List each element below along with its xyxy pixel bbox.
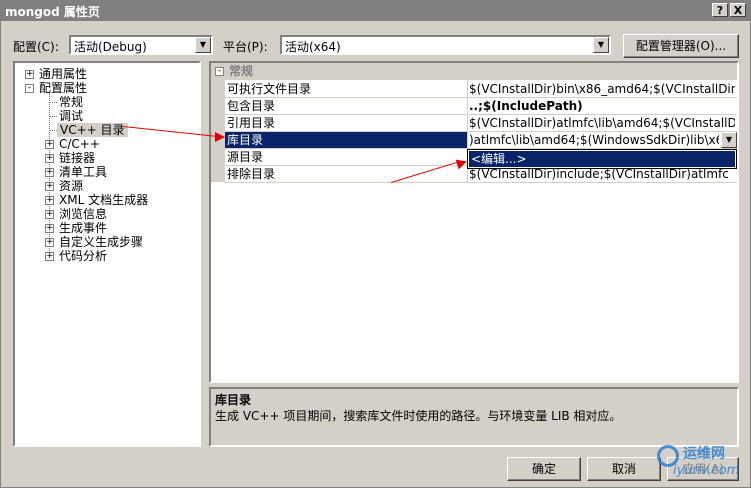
collapse-icon[interactable]: - <box>215 67 224 76</box>
row-name-library-dirs[interactable]: 库目录 <box>225 132 467 148</box>
description-panel: 库目录 生成 VC++ 项目期间，搜索库文件时使用的路径。与环境变量 LIB 相… <box>209 387 739 447</box>
tree-item-label: 清单工具 <box>59 165 108 179</box>
tree-item-xml-doc-generator[interactable]: XML 文档生成器 <box>59 193 148 207</box>
tree-item-custom-build-step[interactable]: 自定义生成步骤 <box>59 235 143 249</box>
category-label: 常规 <box>229 64 254 78</box>
grid-line <box>225 182 737 183</box>
tree-item-label: 浏览信息 <box>59 207 108 221</box>
expand-icon[interactable]: + <box>45 224 54 233</box>
collapse-icon[interactable]: - <box>25 84 34 93</box>
tree-item-label: 自定义生成步骤 <box>59 235 144 249</box>
tree-item-linker[interactable]: 链接器 <box>59 151 95 165</box>
grid-line <box>225 114 737 115</box>
expand-icon[interactable]: + <box>45 140 54 149</box>
expand-icon[interactable]: + <box>45 210 54 219</box>
row-value-reference-dirs[interactable]: $(VCInstallDir)atlmfc\lib\amd64;$(VCInst… <box>469 115 735 131</box>
grid-gutter <box>211 80 225 182</box>
platform-value: 活动(x64) <box>285 40 341 54</box>
row-name-exec-dirs[interactable]: 可执行文件目录 <box>227 81 467 97</box>
tree-item-code-analysis[interactable]: 代码分析 <box>59 249 107 263</box>
row-value-include-dirs[interactable]: ..;$(IncludePath) <box>469 98 735 114</box>
tree-item-config-properties[interactable]: 配置属性 <box>39 81 87 95</box>
tree-item-label: 常规 <box>59 95 84 109</box>
annotation-arrowhead <box>215 132 225 142</box>
tree-item-label: C/C++ <box>59 137 100 151</box>
tree-item-label: 调试 <box>59 109 84 123</box>
property-grid[interactable]: - 常规 可执行文件目录 $(VCInstallDir)bin\x86_amd6… <box>209 61 739 383</box>
platform-combo[interactable]: 活动(x64) ▼ <box>280 35 611 55</box>
tree-item-label: VC++ 目录 <box>60 123 125 137</box>
tree-item-build-events[interactable]: 生成事件 <box>59 221 107 235</box>
tree-item-label: 配置属性 <box>39 81 88 95</box>
watermark-text-url: iyunv.com <box>673 463 740 478</box>
tree-item-label: 代码分析 <box>59 249 108 263</box>
expand-icon[interactable]: + <box>45 196 54 205</box>
row-name-source-dirs[interactable]: 源目录 <box>227 149 467 165</box>
help-button[interactable]: ? <box>712 3 728 17</box>
description-text: 生成 VC++ 项目期间，搜索库文件时使用的路径。与环境变量 LIB 相对应。 <box>215 409 622 423</box>
tree-item-general[interactable]: 常规 <box>59 95 83 109</box>
tree-item-label: 链接器 <box>59 151 96 165</box>
tree-connector <box>49 102 57 103</box>
window-title: mongod 属性页 <box>5 4 100 19</box>
tree-item-manifest-tool[interactable]: 清单工具 <box>59 165 107 179</box>
category-header[interactable] <box>211 63 737 80</box>
tree-item-resources[interactable]: 资源 <box>59 179 83 193</box>
row-name-reference-dirs[interactable]: 引用目录 <box>227 115 467 131</box>
grid-line <box>225 131 737 132</box>
tree-item-label: XML 文档生成器 <box>59 193 149 207</box>
tree-item-label: 通用属性 <box>39 67 88 81</box>
config-manager-button[interactable]: 配置管理器(O)... <box>623 34 739 58</box>
tree-item-cpp[interactable]: C/C++ <box>59 137 100 151</box>
expand-icon[interactable]: + <box>45 238 54 247</box>
cancel-button[interactable]: 取消 <box>587 457 661 481</box>
property-tree[interactable]: 通用属性 + 配置属性 - 常规 调试 VC++ 目录 C/C++ + 链接器 … <box>13 61 201 447</box>
dropdown-item-edit[interactable]: <编辑...> <box>469 151 735 167</box>
dropdown-list[interactable]: <编辑...> <box>467 149 737 169</box>
row-value-library-dirs[interactable]: )atlmfc\lib\amd64;$(WindowsSdkDir)lib\x6… <box>469 132 719 148</box>
expand-icon[interactable]: + <box>45 182 54 191</box>
description-title: 库目录 <box>215 393 252 407</box>
watermark-text-cn: 运维网 <box>683 446 725 462</box>
expand-icon[interactable]: + <box>25 70 34 79</box>
watermark: 运维网 iyunv.com <box>651 441 747 485</box>
platform-label: 平台(P): <box>223 40 268 54</box>
config-combo[interactable]: 活动(Debug) ▼ <box>69 35 213 55</box>
expand-icon[interactable]: + <box>45 154 54 163</box>
expand-icon[interactable]: + <box>45 252 54 261</box>
tree-item-vc-directories[interactable]: VC++ 目录 <box>57 123 128 137</box>
property-pages-window: mongod 属性页 ? X 配置(C): 活动(Debug) ▼ 平台(P):… <box>0 0 751 488</box>
tree-connector <box>49 130 57 131</box>
title-bar[interactable]: mongod 属性页 ? X <box>1 1 750 21</box>
grid-line <box>225 97 737 98</box>
tree-item-label: 资源 <box>59 179 84 193</box>
chevron-down-icon[interactable]: ▼ <box>593 37 609 53</box>
config-value: 活动(Debug) <box>74 40 147 54</box>
row-name-exclude-dirs[interactable]: 排除目录 <box>227 166 467 182</box>
row-value-exec-dirs[interactable]: $(VCInstallDir)bin\x86_amd64;$(VCInstall… <box>469 81 735 97</box>
close-button[interactable]: X <box>730 3 746 17</box>
tree-item-browse-info[interactable]: 浏览信息 <box>59 207 107 221</box>
row-name-include-dirs[interactable]: 包含目录 <box>227 98 467 114</box>
expand-icon[interactable]: + <box>45 168 54 177</box>
chevron-down-icon[interactable]: ▼ <box>721 132 737 148</box>
ok-button[interactable]: 确定 <box>507 457 581 481</box>
config-label: 配置(C): <box>13 40 59 54</box>
chevron-down-icon[interactable]: ▼ <box>195 37 211 53</box>
tree-item-debugging[interactable]: 调试 <box>59 109 83 123</box>
tree-item-label: 生成事件 <box>59 221 108 235</box>
tree-item-common-properties[interactable]: 通用属性 <box>39 67 87 81</box>
tree-connector <box>49 116 57 117</box>
